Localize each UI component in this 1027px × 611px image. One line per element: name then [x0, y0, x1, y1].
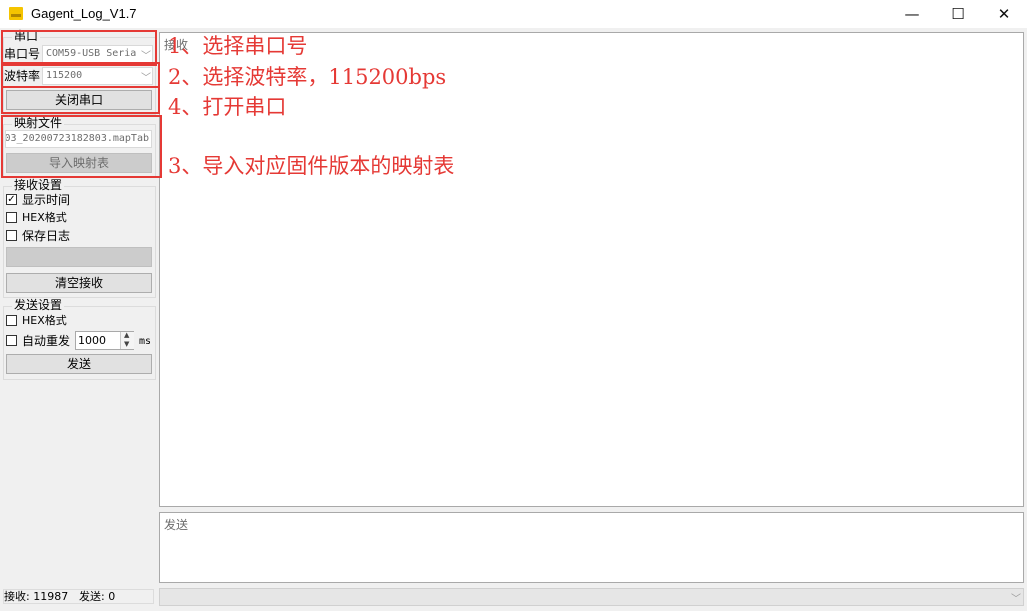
window-title: Gagent_Log_V1.7 [31, 6, 137, 21]
app-icon [9, 7, 23, 20]
port-history-select[interactable]: ﹀ [159, 588, 1024, 606]
highlight-mapping [1, 115, 162, 178]
interval-value: 1000 [78, 334, 106, 347]
auto-resend-label: 自动重发 [22, 334, 71, 348]
receive-settings-title: 接收设置 [12, 178, 65, 192]
clear-receive-button[interactable]: 清空接收 [6, 273, 152, 293]
annotation-step2: 2、选择波特率，115200bps [168, 65, 447, 89]
send-hex-checkbox[interactable] [6, 315, 17, 326]
save-log-checkbox[interactable] [6, 230, 17, 241]
highlight-open [1, 86, 160, 114]
send-pane-label: 发送 [164, 518, 189, 532]
received-count: 接收: 11987 [4, 590, 69, 603]
title-bar[interactable] [0, 0, 1027, 28]
chevron-down-icon[interactable]: ▼ [124, 340, 129, 348]
send-button[interactable]: 发送 [6, 354, 152, 374]
sent-count: 发送: 0 [79, 590, 116, 603]
send-textarea[interactable]: 发送 [159, 512, 1024, 583]
save-log-path-field[interactable] [6, 247, 152, 267]
close-button[interactable]: ✕ [981, 0, 1027, 28]
receive-textarea[interactable]: 接收 [159, 32, 1024, 507]
interval-stepper[interactable]: 1000 ▲ ▼ [75, 331, 134, 350]
highlight-baud [1, 62, 160, 88]
save-log-label: 保存日志 [22, 229, 71, 243]
auto-resend-checkbox[interactable] [6, 335, 17, 346]
annotation-step4: 4、打开串口 [168, 95, 287, 119]
send-settings-title: 发送设置 [12, 298, 65, 312]
chevron-up-icon[interactable]: ▲ [124, 331, 129, 339]
show-time-label: 显示时间 [22, 193, 71, 207]
interval-unit: ms [139, 336, 152, 347]
minimize-button[interactable]: — [889, 0, 935, 28]
stepper-buttons[interactable]: ▲ ▼ [120, 331, 134, 349]
receive-hex-label: HEX格式 [22, 211, 67, 224]
maximize-button[interactable]: ☐ [935, 0, 981, 28]
highlight-port [1, 30, 157, 66]
chevron-down-icon: ﹀ [1011, 594, 1021, 605]
annotation-step3: 3、导入对应固件版本的映射表 [168, 154, 455, 178]
show-time-checkbox[interactable]: ✓ [6, 194, 17, 205]
annotation-step1: 1、选择串口号 [168, 34, 308, 58]
receive-hex-checkbox[interactable] [6, 212, 17, 223]
send-hex-label: HEX格式 [22, 314, 67, 327]
